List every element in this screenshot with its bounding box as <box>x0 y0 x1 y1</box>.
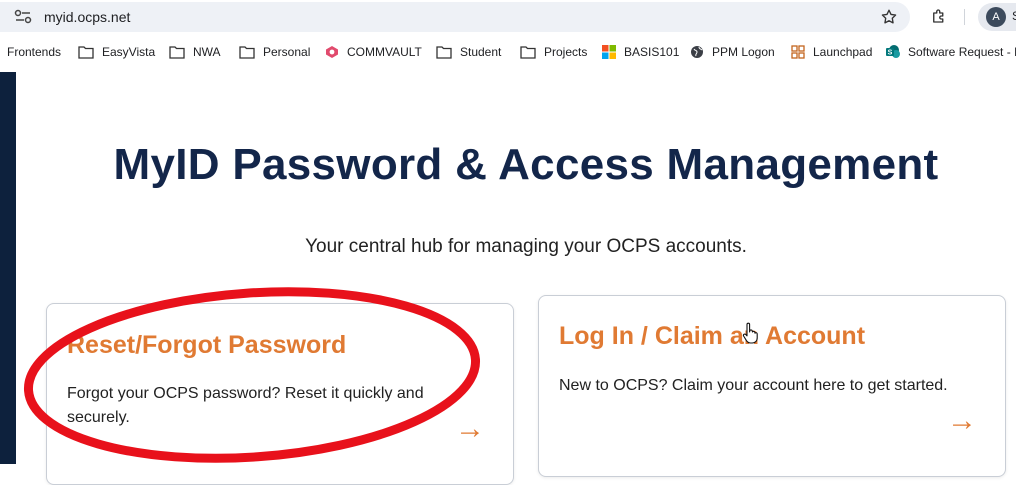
hand-cursor-icon <box>742 322 758 344</box>
folder-icon <box>520 46 536 59</box>
profile-name: S <box>1012 9 1016 23</box>
bookmark-label: BASIS101 <box>624 45 680 59</box>
url-text[interactable]: myid.ocps.net <box>44 9 130 25</box>
bookmark-software-request[interactable]: S Software Request - I <box>886 42 1016 62</box>
folder-icon <box>436 46 452 59</box>
bookmark-nwa[interactable]: NWA <box>169 42 221 62</box>
launchpad-icon <box>791 45 805 59</box>
bookmark-commvault[interactable]: COMMVAULT <box>325 42 422 62</box>
globe-icon <box>691 46 703 58</box>
arrow-right-icon[interactable]: → <box>455 414 485 444</box>
folder-icon <box>239 46 255 59</box>
avatar: A <box>986 7 1006 27</box>
bookmark-label: Software Request - I <box>908 45 1016 59</box>
svg-text:S: S <box>888 50 893 57</box>
reset-password-card[interactable]: Reset/Forgot Password Forgot your OCPS p… <box>46 303 514 485</box>
bookmark-ppm-logon[interactable]: PPM Logon <box>690 42 775 62</box>
card-title[interactable]: Reset/Forgot Password <box>67 331 346 360</box>
bookmark-personal[interactable]: Personal <box>239 42 310 62</box>
bookmark-star-icon[interactable] <box>880 8 898 26</box>
extensions-puzzle-icon[interactable] <box>930 7 948 25</box>
card-title[interactable]: Log In / Claim an Account <box>559 322 865 351</box>
folder-icon <box>169 46 185 59</box>
toolbar-divider <box>964 9 965 25</box>
left-nav-strip <box>0 72 16 464</box>
profile-button[interactable]: A S <box>978 3 1016 31</box>
page-title: MyID Password & Access Management <box>113 140 939 189</box>
bookmark-label: NWA <box>193 45 221 59</box>
page-subtitle: Your central hub for managing your OCPS … <box>305 236 747 257</box>
card-description: Forgot your OCPS password? Reset it quic… <box>67 385 424 426</box>
bookmark-label: PPM Logon <box>712 45 775 59</box>
commvault-icon <box>326 46 338 58</box>
bookmark-basis101[interactable]: BASIS101 <box>602 42 679 62</box>
bookmarks-bar: Frontends EasyVista NWA Personal COMMVAU… <box>0 36 1016 66</box>
windows-logo-icon <box>602 45 616 59</box>
sharepoint-icon: S <box>886 45 900 58</box>
bookmark-label: Projects <box>544 45 588 59</box>
bookmark-label: Frontends <box>7 45 62 59</box>
claim-account-card[interactable]: Log In / Claim an Account New to OCPS? C… <box>538 295 1006 477</box>
bookmark-student[interactable]: Student <box>436 42 501 62</box>
arrow-right-icon[interactable]: → <box>947 406 977 436</box>
bookmark-easyvista[interactable]: EasyVista <box>78 42 155 62</box>
site-info-icon[interactable] <box>14 9 32 25</box>
bookmark-frontends[interactable]: Frontends <box>7 42 61 62</box>
folder-icon <box>78 46 94 59</box>
card-description: New to OCPS? Claim your account here to … <box>559 377 948 394</box>
bookmark-label: EasyVista <box>102 45 156 59</box>
bookmark-launchpad[interactable]: Launchpad <box>791 42 872 62</box>
bookmark-label: Launchpad <box>813 45 873 59</box>
omnibox[interactable]: myid.ocps.net <box>0 2 910 32</box>
bookmark-label: Personal <box>263 45 311 59</box>
address-bar-row: myid.ocps.net A S <box>0 0 1016 34</box>
bookmark-label: COMMVAULT <box>347 45 422 59</box>
bookmark-projects[interactable]: Projects <box>520 42 587 62</box>
bookmark-label: Student <box>460 45 502 59</box>
